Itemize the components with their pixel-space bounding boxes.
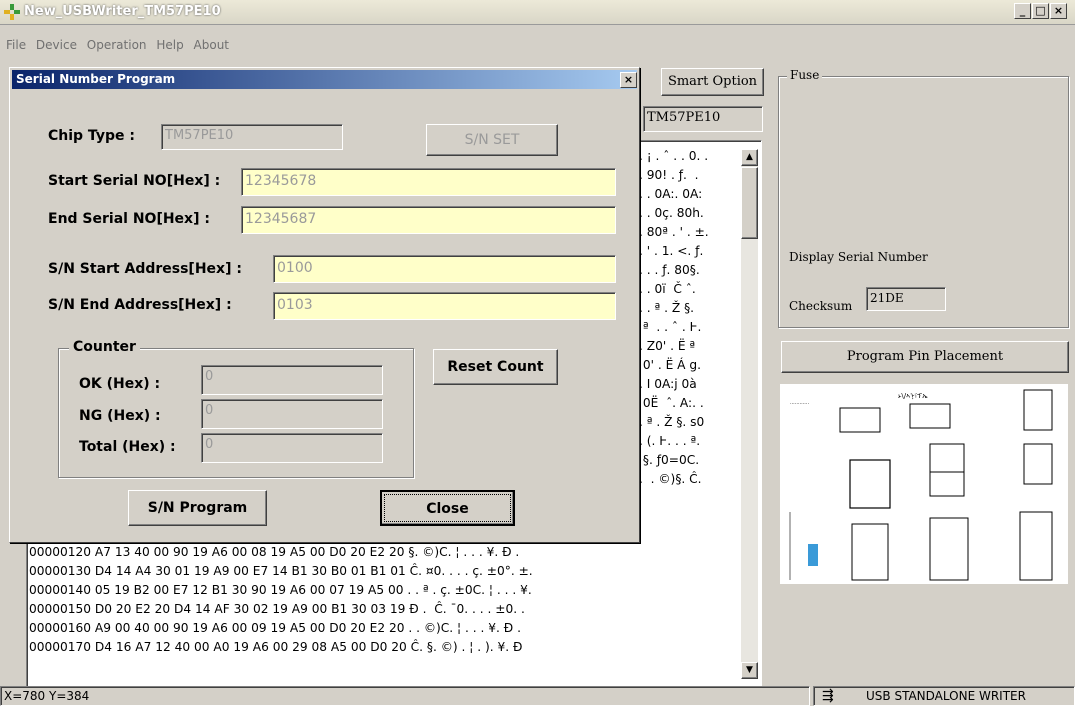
- sn-end-address-label: S/N End Address[Hex] :: [48, 297, 232, 313]
- menu-about[interactable]: About: [194, 38, 229, 52]
- reset-count-button[interactable]: Reset Count: [433, 349, 558, 385]
- usb-icon: ⇶: [822, 688, 834, 704]
- hex-partial-row: §. ƒ0=0Ⅽ.: [639, 453, 700, 467]
- svg-text:ኑ\/ኣᠨ፣ፕኤ: ኑ\/ኣᠨ፣ፕኤ: [898, 392, 928, 400]
- sn-start-address-label: S/N Start Address[Hex] :: [48, 261, 242, 277]
- ng-label: NG (Hex) :: [79, 408, 161, 424]
- scroll-up-icon[interactable]: ▲: [741, 149, 758, 166]
- display-serial-label: Display Serial Number: [789, 250, 928, 264]
- chip-type-field: TM57PE10: [161, 124, 343, 150]
- hex-partial-row: . (. Ͱ. . . ª.: [639, 434, 701, 448]
- dialog-title: Serial Number Program: [16, 72, 176, 86]
- hex-row: 00000150 D0 20 E2 20 D4 14 AF 30 02 19 A…: [29, 602, 525, 616]
- hex-partial-row: . . ª . Ž §.: [639, 301, 695, 315]
- status-bar: X=780 Y=384 ⇶ USB STANDALONE WRITER: [0, 686, 1075, 706]
- ok-count-field: 0: [201, 365, 383, 395]
- close-button[interactable]: Close: [380, 490, 515, 526]
- checksum-label: Checksum: [789, 299, 853, 313]
- ng-count-field: 0: [201, 399, 383, 429]
- checksum-field: 21DE: [866, 287, 946, 311]
- hex-scrollbar[interactable]: ▲ ▼: [741, 149, 758, 679]
- title-bar: New_USBWriter_TM57PE10 _ □ ×: [0, 0, 1075, 25]
- hex-partial-row: . ª . Ž §. s0: [639, 415, 705, 429]
- hex-partial-row: . . 0ï Č ˆ.: [639, 282, 696, 296]
- hex-partial-row: . . 0A:. 0A:: [639, 187, 703, 201]
- mode-text: USB STANDALONE WRITER: [866, 689, 1026, 703]
- program-pin-placement-button[interactable]: Program Pin Placement: [781, 341, 1069, 373]
- end-serial-input[interactable]: 12345687: [241, 206, 616, 234]
- menu-file[interactable]: File: [6, 38, 26, 52]
- smart-option-button[interactable]: Smart Option: [661, 68, 764, 96]
- ok-label: OK (Hex) :: [79, 376, 161, 392]
- chip-display-field: TM57PE10: [643, 106, 763, 132]
- menu-operation[interactable]: Operation: [87, 38, 147, 52]
- menu-bar: File Device Operation Help About: [0, 38, 1075, 58]
- hex-partial-row: . 80ª . ' . ±.: [639, 225, 709, 239]
- dialog-close-x-button[interactable]: ×: [620, 72, 637, 88]
- sn-set-button[interactable]: S/N SET: [426, 124, 558, 156]
- chip-type-label: Chip Type :: [48, 128, 135, 144]
- hex-partial-row: ª . . ˆ . Ͱ.: [639, 320, 702, 334]
- hex-partial-row: . . 0ç. 80h.: [639, 206, 704, 220]
- hex-row: 00000170 D4 16 A7 12 40 00 A0 19 A6 00 2…: [29, 640, 523, 654]
- hex-partial-row: . . ©)§. Ĉ.: [639, 472, 702, 486]
- hex-partial-row: . ' . 1. <. ƒ.: [639, 244, 704, 258]
- counter-legend: Counter: [69, 339, 140, 355]
- dialog-title-bar: Serial Number Program: [12, 70, 637, 89]
- fuse-group: Fuse Display Serial Number Checksum 21DE: [778, 68, 1069, 328]
- end-serial-label: End Serial NO[Hex] :: [48, 211, 210, 227]
- hex-partial-row: . I 0A:j 0à: [639, 377, 697, 391]
- pin-placement-diagram: ኑ\/ኣᠨ፣ፕኤ ............: [780, 384, 1068, 584]
- sn-program-button[interactable]: S/N Program: [128, 490, 267, 526]
- close-window-button[interactable]: ×: [1050, 3, 1067, 19]
- hex-row: 00000120 A7 13 40 00 90 19 A6 00 08 19 A…: [29, 545, 520, 559]
- hex-partial-row: . . . ƒ. 80§.: [639, 263, 700, 277]
- start-serial-label: Start Serial NO[Hex] :: [48, 173, 221, 189]
- fuse-legend: Fuse: [787, 68, 823, 82]
- app-logo-icon: [4, 4, 20, 20]
- counter-group: Counter OK (Hex) : 0 NG (Hex) : 0 Total …: [58, 339, 414, 478]
- coords-readout: X=780 Y=384: [0, 686, 810, 706]
- scroll-thumb[interactable]: [741, 167, 758, 239]
- hex-row: 00000130 D4 14 A4 30 01 19 A9 00 E7 14 B…: [29, 564, 533, 578]
- minimize-button[interactable]: _: [1014, 3, 1031, 19]
- hex-partial-column: . ¡ . ˆ . . 0. . . 90! . ƒ. . . . 0A:. 0…: [639, 147, 739, 489]
- mode-panel: ⇶ USB STANDALONE WRITER: [813, 686, 1075, 706]
- hex-row: 00000140 05 19 B2 00 E7 12 B1 30 90 19 A…: [29, 583, 532, 597]
- total-count-field: 0: [201, 433, 383, 463]
- total-label: Total (Hex) :: [79, 439, 176, 455]
- window-title: New_USBWriter_TM57PE10: [24, 4, 221, 19]
- sn-start-address-input[interactable]: 0100: [273, 255, 616, 283]
- hex-partial-row: . Z0' . Ë ª: [639, 339, 696, 353]
- hex-partial-row: 0Ë ˆ. A:. .: [639, 396, 704, 410]
- menu-device[interactable]: Device: [36, 38, 77, 52]
- hex-rows: 00000120 A7 13 40 00 90 19 A6 00 08 19 A…: [29, 543, 741, 657]
- hex-partial-row: 0' . Ë Á g.: [639, 358, 701, 372]
- maximize-button[interactable]: □: [1032, 3, 1049, 19]
- hex-partial-row: . 90! . ƒ. .: [639, 168, 699, 182]
- hex-row: 00000160 A9 00 40 00 90 19 A6 00 09 19 A…: [29, 621, 521, 635]
- pin-diagram-image: ኑ\/ኣᠨ፣ፕኤ ............: [789, 389, 1053, 581]
- svg-text:............: ............: [790, 400, 809, 406]
- hex-partial-row: . ¡ . ˆ . . 0. .: [639, 149, 709, 163]
- serial-number-dialog: Serial Number Program × Chip Type : TM57…: [9, 67, 640, 543]
- start-serial-input[interactable]: 12345678: [241, 168, 616, 196]
- sn-end-address-input[interactable]: 0103: [273, 292, 616, 320]
- menu-help[interactable]: Help: [156, 38, 183, 52]
- scroll-down-icon[interactable]: ▼: [741, 662, 758, 679]
